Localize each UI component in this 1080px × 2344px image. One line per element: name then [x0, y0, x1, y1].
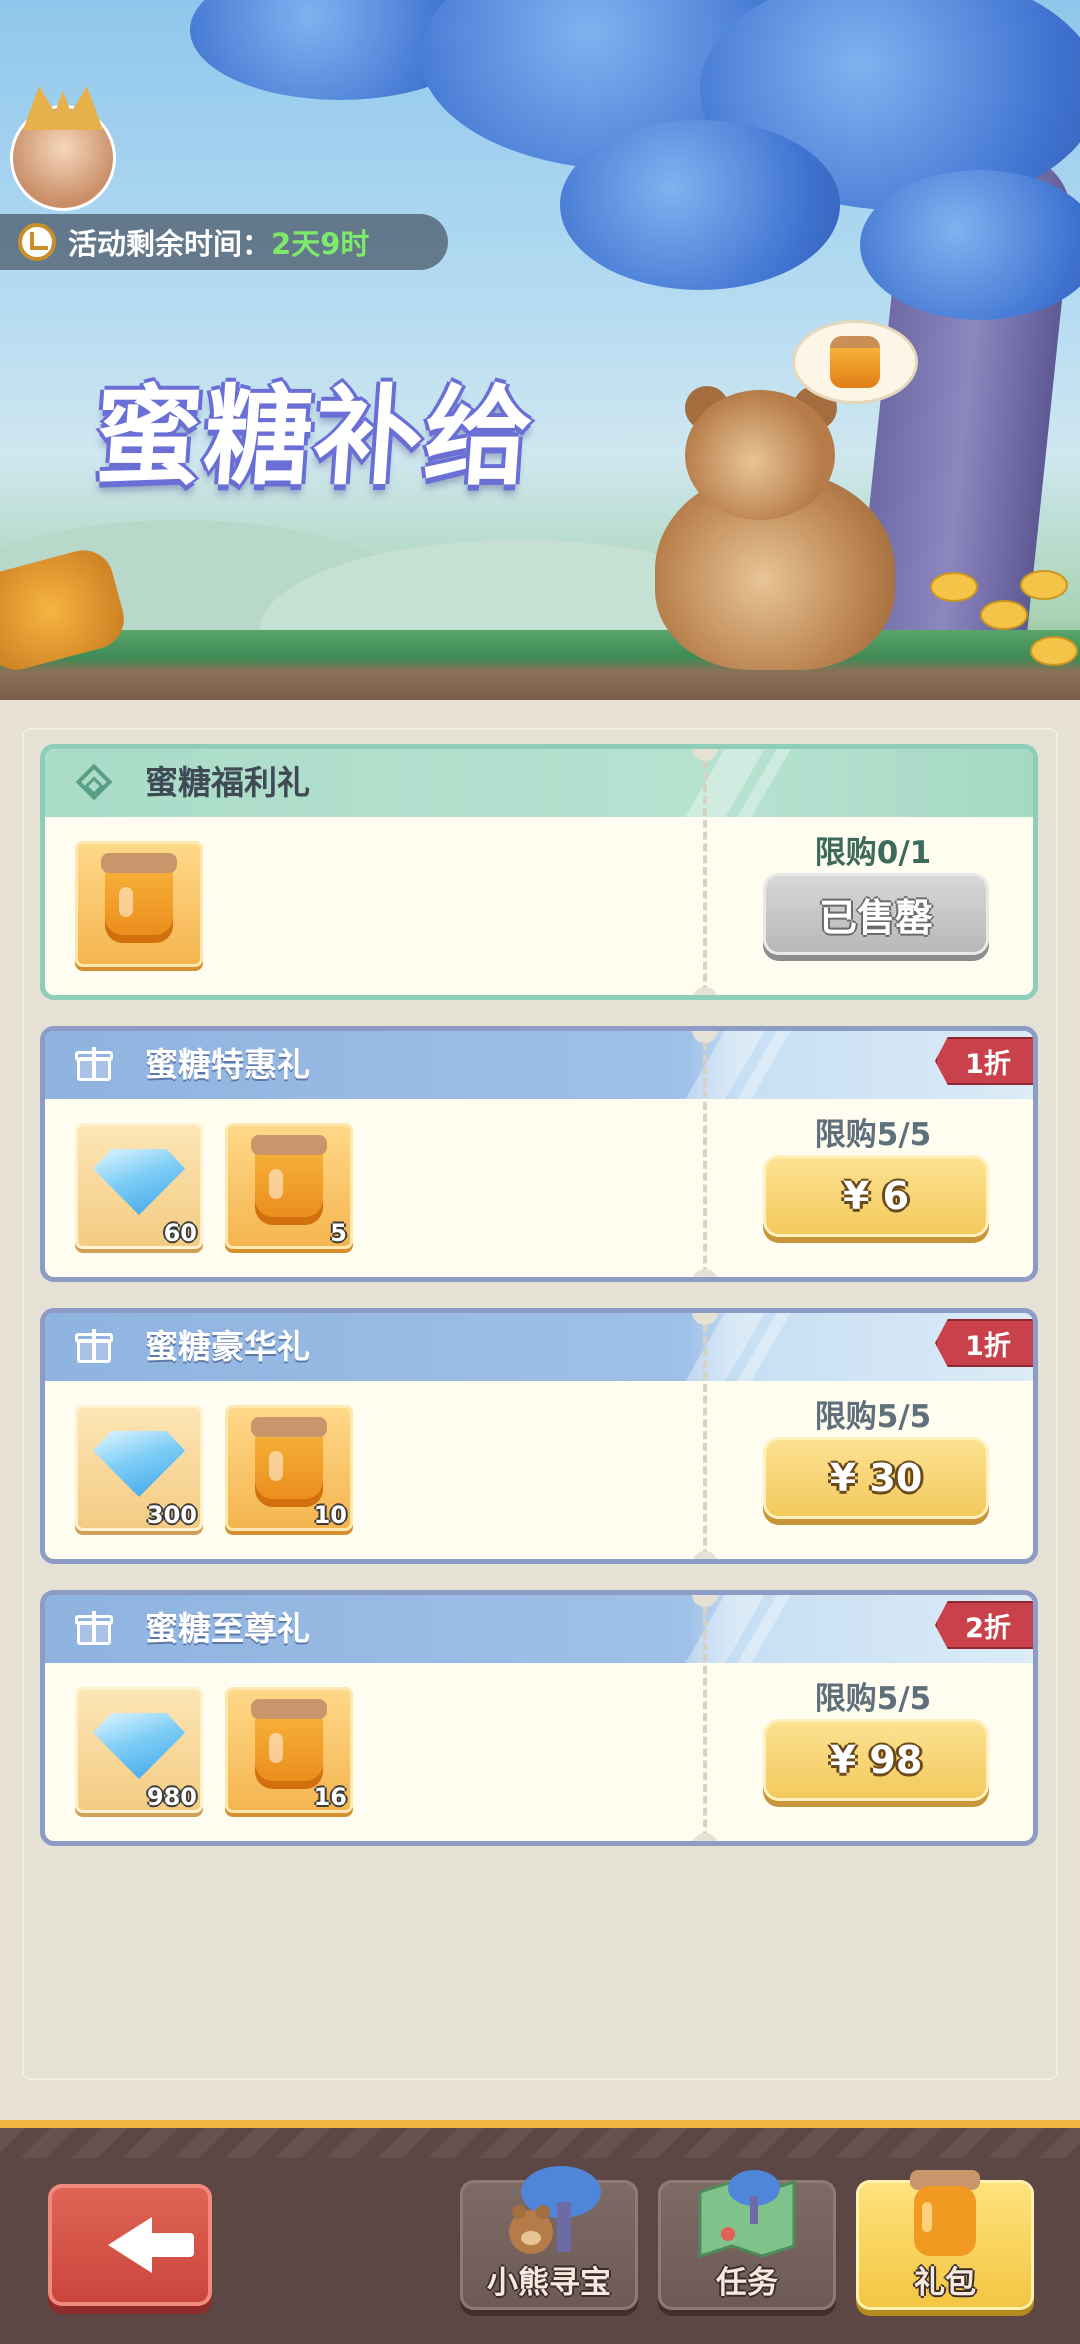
price-label: ¥ 98 [829, 1738, 923, 1782]
item-quantity: 300 [146, 1501, 197, 1529]
tab-tasks[interactable]: 任务 [658, 2170, 836, 2310]
buy-button[interactable]: ¥ 30 [763, 1437, 989, 1519]
divider [703, 749, 707, 995]
diamond-icon [93, 1431, 185, 1497]
purchase-limit: 限购5/5 [814, 1681, 932, 1717]
gift-icon [75, 1327, 115, 1367]
pack-title: 蜜糖特惠礼 [145, 1045, 310, 1084]
sold-out-button[interactable]: 已售罄 [763, 873, 989, 955]
arrow-left-icon [108, 2217, 194, 2273]
honey-jar-icon [251, 1699, 327, 1789]
divider [703, 1031, 707, 1277]
tab-gift-packs[interactable]: 礼包 [856, 2170, 1034, 2310]
divider [703, 1313, 707, 1559]
purchase-limit: 限购0/1 [814, 835, 932, 871]
item-quantity: 5 [330, 1219, 347, 1247]
buy-button[interactable]: ¥ 6 [763, 1155, 989, 1237]
reward-item-honey-jar[interactable]: 10 [225, 1405, 353, 1531]
diamond-icon [93, 1149, 185, 1215]
price-label: ¥ 6 [842, 1174, 910, 1218]
coin [1020, 570, 1068, 600]
tab-label: 任务 [716, 2265, 778, 2301]
pack-card-welfare: 蜜糖福利礼 限购0/1 已售罄 [40, 744, 1038, 1000]
reward-item-honey-jar[interactable]: 5 [225, 1123, 353, 1249]
pack-title: 蜜糖豪华礼 [145, 1327, 310, 1366]
coin [980, 600, 1028, 630]
item-quantity: 10 [313, 1501, 347, 1529]
ticket-notch [692, 1551, 718, 1559]
diamond-icon [93, 1713, 185, 1779]
pack-card-supreme: 蜜糖至尊礼 2折 980 16 限购5/5 ¥ 98 [40, 1590, 1038, 1846]
pack-card-deluxe: 蜜糖豪华礼 1折 300 10 限购5/5 ¥ 30 [40, 1308, 1038, 1564]
timer-label: 活动剩余时间： [68, 227, 272, 261]
pack-title: 蜜糖福利礼 [145, 763, 310, 802]
item-quantity: 980 [146, 1783, 197, 1811]
gift-icon [75, 1045, 115, 1085]
honey-jar-icon [830, 336, 880, 388]
honey-jar-icon [910, 2170, 980, 2256]
honey-jar-icon [251, 1135, 327, 1225]
purchase-limit: 限购5/5 [814, 1399, 932, 1435]
item-quantity: 16 [313, 1783, 347, 1811]
item-quantity: 60 [163, 1219, 197, 1247]
ticket-notch [692, 987, 718, 995]
back-button[interactable] [48, 2184, 212, 2306]
reward-item-diamond[interactable]: 980 [75, 1687, 203, 1813]
event-title: 蜜糖补给 [89, 375, 539, 500]
reward-item-diamond[interactable]: 60 [75, 1123, 203, 1249]
ticket-notch [692, 1833, 718, 1841]
bottom-nav-bar: 小熊寻宝 任务 礼包 [0, 2120, 1080, 2344]
reward-item-honey-jar[interactable] [75, 841, 203, 967]
coin [1030, 636, 1078, 666]
diamond-outline-icon [75, 763, 115, 803]
buy-button[interactable]: ¥ 98 [763, 1719, 989, 1801]
honey-jar-icon [251, 1417, 327, 1507]
tree-canopy [560, 120, 840, 290]
purchase-limit: 限购5/5 [814, 1117, 932, 1153]
discount-badge: 1折 [935, 1037, 1033, 1085]
bear-character [625, 386, 925, 670]
bear-tree-icon [509, 2166, 601, 2254]
coin [930, 572, 978, 602]
price-label: ¥ 30 [829, 1456, 923, 1500]
timer-value: 2天9时 [271, 227, 370, 261]
tab-label: 礼包 [914, 2265, 976, 2301]
player-avatar[interactable] [10, 86, 116, 211]
event-banner: 蜜糖补给 活动剩余时间： 2天9时 [0, 0, 1080, 700]
ticket-notch [692, 1269, 718, 1277]
clock-icon [18, 223, 56, 261]
tab-treasure-hunt[interactable]: 小熊寻宝 [460, 2166, 638, 2310]
pack-card-special: 蜜糖特惠礼 1折 60 5 限购5/5 ¥ 6 [40, 1026, 1038, 1282]
reward-item-honey-jar[interactable]: 16 [225, 1687, 353, 1813]
discount-badge: 1折 [935, 1319, 1033, 1367]
event-timer: 活动剩余时间： 2天9时 [0, 214, 448, 270]
tab-label: 小熊寻宝 [487, 2265, 611, 2301]
divider [703, 1595, 707, 1841]
discount-badge: 2折 [935, 1601, 1033, 1649]
honey-jar-icon [101, 853, 177, 943]
thought-bubble [792, 320, 918, 404]
map-icon [698, 2170, 796, 2259]
gift-icon [75, 1609, 115, 1649]
reward-item-diamond[interactable]: 300 [75, 1405, 203, 1531]
pack-title: 蜜糖至尊礼 [145, 1609, 310, 1648]
